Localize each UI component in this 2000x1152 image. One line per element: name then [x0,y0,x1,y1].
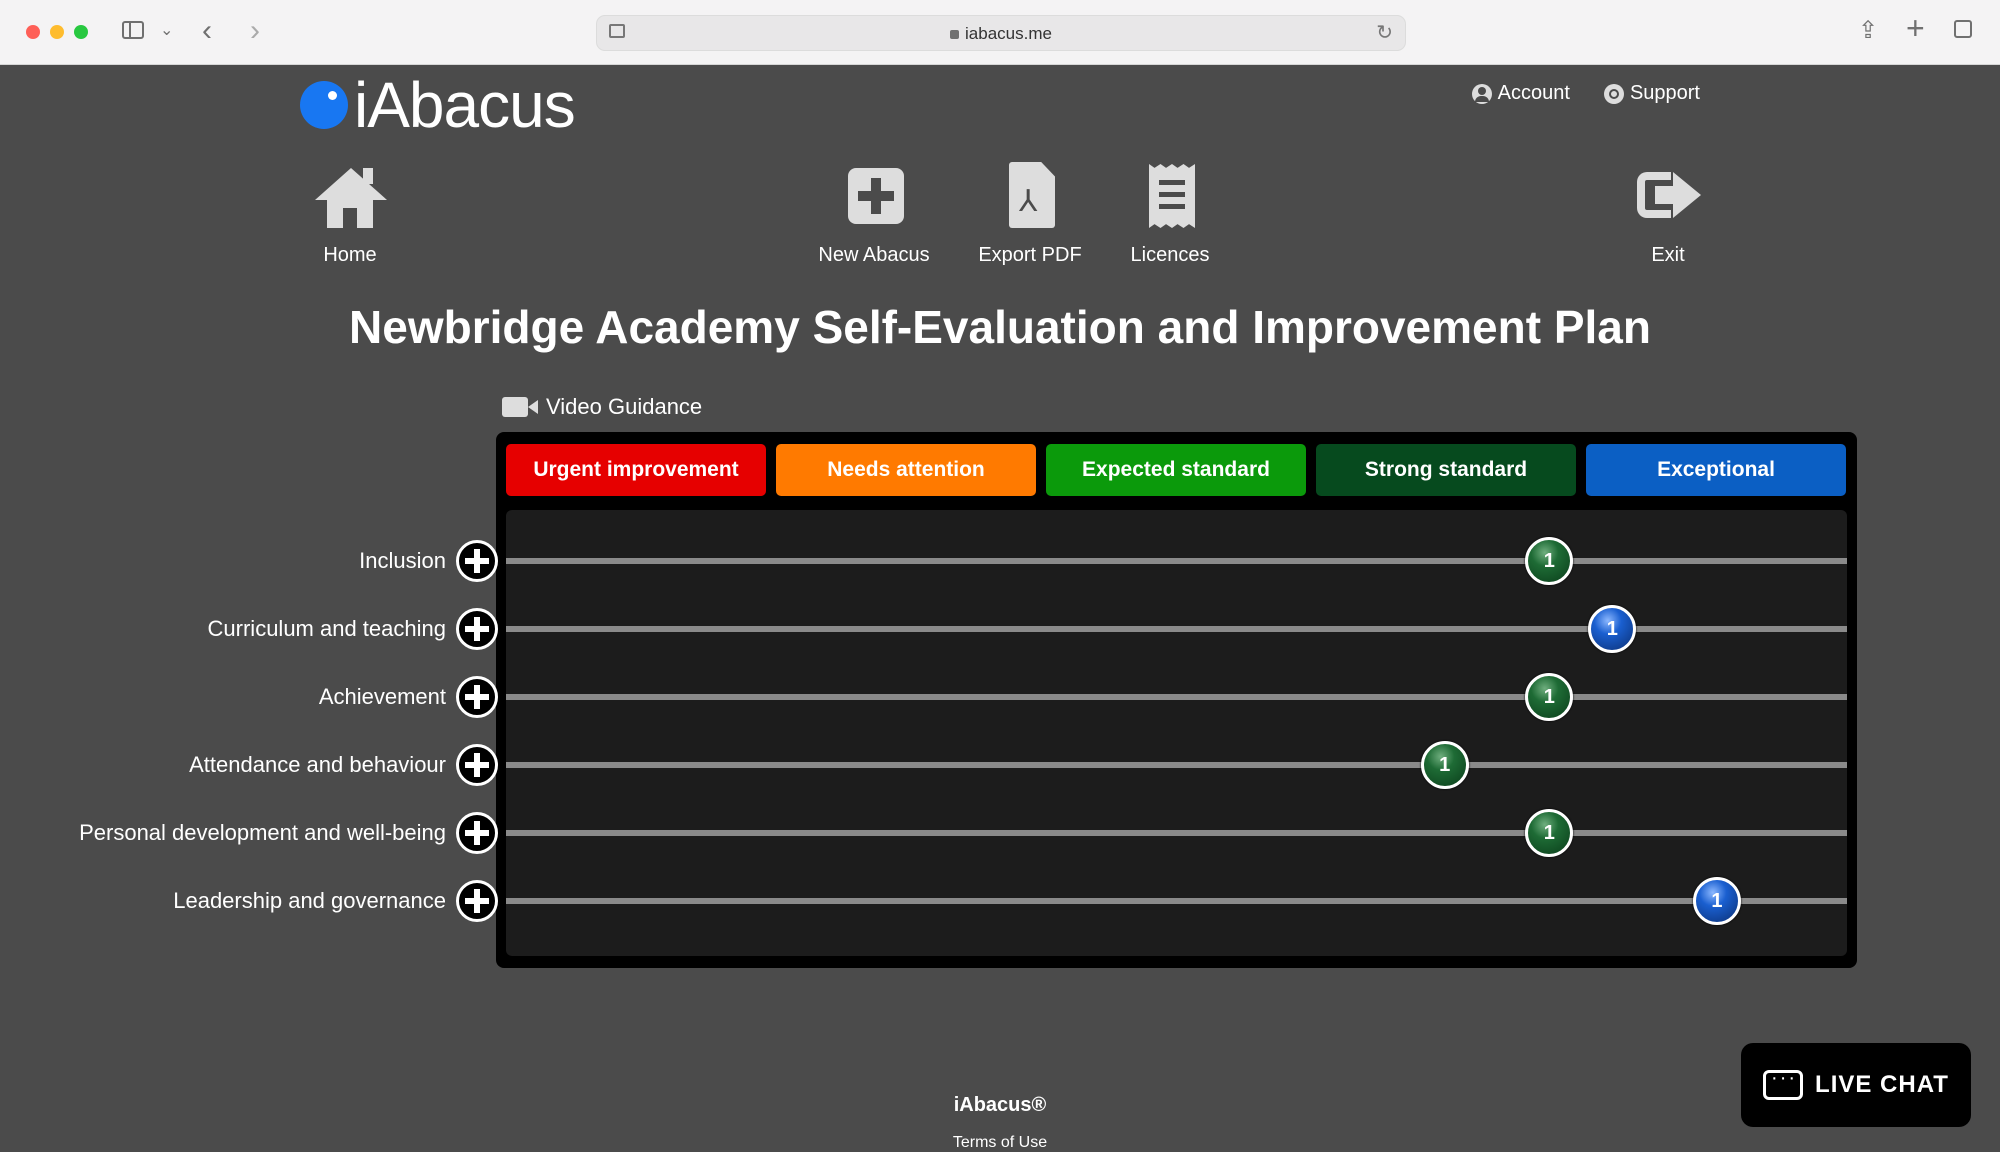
chevron-down-icon[interactable]: ⌄ [160,20,173,40]
scale-strong-standard: Strong standard [1316,444,1576,496]
address-bar[interactable]: iabacus.me ↻ [596,15,1406,51]
close-window-button[interactable] [26,25,40,39]
row-label-leadership: Leadership and governance [173,888,446,913]
receipt-icon [1135,162,1205,232]
bead-attendance[interactable]: 1 [1420,741,1469,789]
bead-curriculum[interactable]: 1 [1588,605,1637,653]
page-title: Newbridge Academy Self-Evaluation and Im… [349,301,1651,353]
scale-urgent-improvement: Urgent improvement [506,444,766,496]
url-text: iabacus.me [965,24,1052,43]
abacus-panel: Urgent improvement Needs attention Expec… [496,432,1857,968]
pdf-file-icon [995,162,1065,232]
row-label-attendance: Attendance and behaviour [189,752,446,777]
licences-button[interactable]: Licences [1124,162,1216,267]
user-icon [1471,83,1492,104]
row-label-personal-development: Personal development and well-being [79,820,446,845]
add-action-button-personal-development[interactable] [456,812,498,854]
video-camera-icon [502,397,538,417]
rail-achievement [506,694,1847,700]
export-pdf-label: Export PDF [978,244,1082,266]
row-label-achievement: Achievement [318,684,446,709]
exit-button[interactable]: Exit [1628,162,1708,267]
home-button[interactable]: Home [310,162,390,267]
new-abacus-label: New Abacus [818,244,930,266]
add-action-button-leadership[interactable] [456,880,498,922]
logo-dot-icon [300,81,348,129]
live-chat-label: LIVE CHAT [1815,1071,1949,1098]
share-icon[interactable]: ⇪ [1858,16,1878,45]
minimize-window-button[interactable] [50,25,64,39]
add-action-button-curriculum[interactable] [456,608,498,650]
lock-icon [950,30,960,39]
bead-inclusion[interactable]: 1 [1525,537,1574,585]
scale-header: Urgent improvement Needs attention Expec… [506,444,1846,496]
row-label-inclusion: Inclusion [359,548,446,573]
add-action-button-attendance[interactable] [456,744,498,786]
support-label: Support [1629,82,1700,104]
rail-inclusion [506,558,1847,564]
add-action-button-inclusion[interactable] [456,540,498,582]
bead-achievement[interactable]: 1 [1525,673,1574,721]
export-pdf-button[interactable]: Export PDF [974,162,1086,267]
tab-overview-icon[interactable] [1954,20,1972,38]
logo[interactable]: iAbacus [300,69,576,141]
rail-leadership [506,898,1847,904]
rail-attendance [506,762,1847,768]
new-tab-icon[interactable]: + [1906,10,1925,47]
rail-personal-development [506,830,1847,836]
back-arrow-icon[interactable]: ‹ [202,14,212,48]
top-links: Account Support [1471,82,1700,105]
sign-out-icon [1633,162,1703,232]
exit-label: Exit [1651,244,1685,266]
bead-leadership[interactable]: 1 [1692,877,1741,925]
licences-label: Licences [1130,244,1210,266]
reload-icon[interactable]: ↻ [1376,20,1393,45]
account-link[interactable]: Account [1471,82,1570,105]
forward-arrow-icon[interactable]: › [250,14,260,48]
support-link[interactable]: Support [1603,82,1700,105]
scale-expected-standard: Expected standard [1046,444,1306,496]
home-label: Home [323,244,377,266]
plus-square-icon [839,162,909,232]
account-label: Account [1497,82,1570,104]
footer-brand: iAbacus® [953,1094,1047,1116]
video-guidance-link[interactable]: Video Guidance [502,394,702,420]
logo-text: iAbacus [354,69,576,141]
video-guidance-label: Video Guidance [546,394,703,419]
zoom-window-button[interactable] [74,25,88,39]
home-icon [315,162,387,232]
row-label-curriculum: Curriculum and teaching [207,616,446,641]
sidebar-toggle-icon[interactable] [122,21,144,39]
browser-toolbar: ⌄ ‹ › iabacus.me ↻ ⇪ + [0,0,2000,65]
chat-bubble-icon [1763,1067,1804,1100]
scale-needs-attention: Needs attention [776,444,1036,496]
bead-personal-development[interactable]: 1 [1525,809,1574,857]
add-action-button-achievement[interactable] [456,676,498,718]
abacus-board [506,510,1847,956]
terms-of-use-link[interactable]: Terms of Use [0,1134,2000,1152]
rail-curriculum [506,626,1847,632]
new-abacus-button[interactable]: New Abacus [814,162,934,267]
scale-exceptional: Exceptional [1586,444,1846,496]
lifebuoy-icon [1603,83,1624,104]
live-chat-button[interactable]: LIVE CHAT [1741,1043,1971,1127]
